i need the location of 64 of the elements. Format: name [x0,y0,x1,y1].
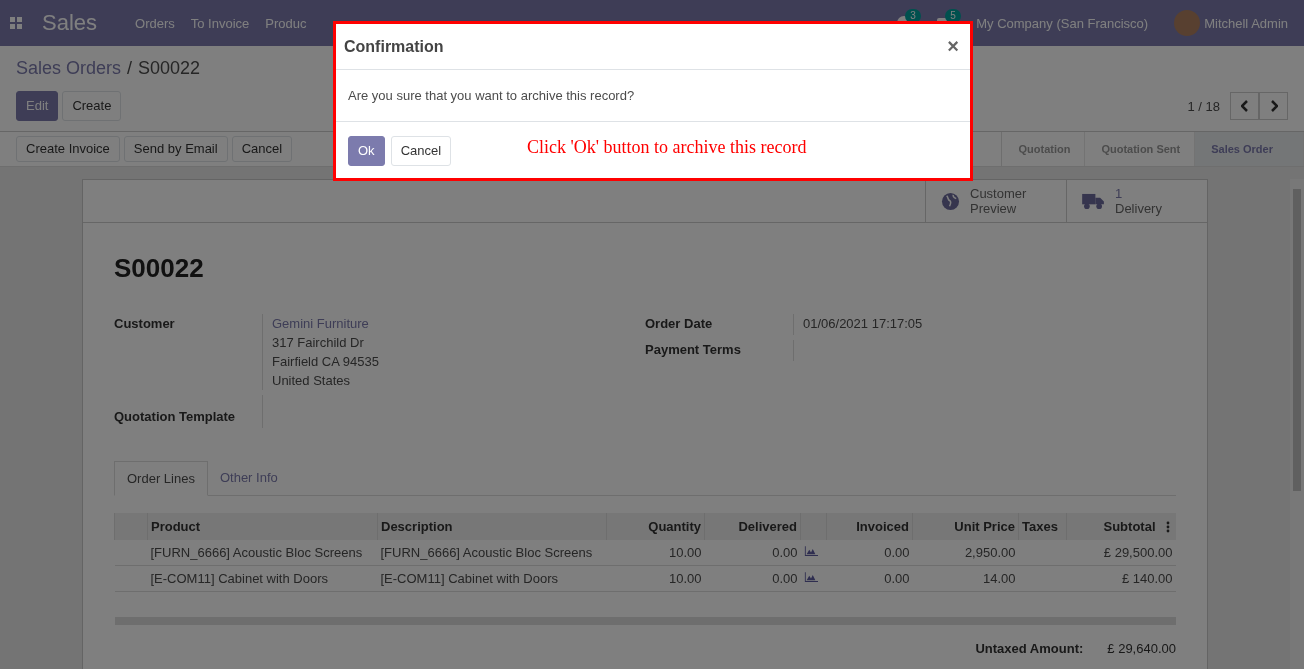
breadcrumb-separator: / [127,58,133,79]
field-label: Order Date [645,314,794,335]
menu-item[interactable]: To Invoice [190,15,250,31]
column-header[interactable]: Description [381,519,453,534]
address-line: United States [272,372,352,390]
close-button[interactable]: × [947,35,959,58]
dialog-title: Confirmation [344,37,444,56]
dialog-message: Are you sure that you want to archive this record? [348,88,635,103]
previous-button[interactable] [1230,92,1259,120]
chart-icon [803,546,818,557]
column-header[interactable]: Product [151,519,201,534]
field-label: Payment Terms [645,340,794,361]
ok-button[interactable]: Ok [348,136,385,166]
action-button[interactable]: Create Invoice [16,136,120,162]
total-value: £ 29,640.00 [1107,641,1176,656]
field-label: Customer [114,314,263,390]
create-button[interactable]: Create [62,91,122,121]
apps-menu-icon[interactable] [10,17,22,29]
tab[interactable]: Order Lines [114,461,208,496]
table-cell: 0.00 [884,571,910,586]
scrollbar-thumb[interactable] [1293,189,1301,491]
chevron-right-icon [1269,100,1278,112]
truck-icon [1082,192,1105,210]
pager-value: 1 / 18 [1187,98,1220,114]
scrollbar[interactable] [1290,179,1304,669]
table-cell: £ 29,500.00 [1103,545,1173,560]
tab[interactable]: Other Info [207,461,290,495]
table-cell: 14.00 [982,571,1016,586]
table-cell: £ 140.00 [1121,571,1173,586]
globe-icon [941,191,960,211]
table-cell: 0.00 [884,545,910,560]
company-switcher[interactable]: My Company (San Francisco) [976,15,1149,31]
edit-button[interactable]: Edit [16,91,59,121]
field-value: 01/06/2021 17:17:05 [803,315,923,333]
record-title: S00022 [114,253,205,284]
action-button[interactable]: Send by Email [123,136,228,162]
table-cell: [FURN_6666] Acoustic Bloc Screens [150,545,363,560]
table-cell: 0.00 [772,545,798,560]
address-line: 317 Fairchild Dr [272,334,365,352]
annotation-text: Click 'Ok' button to archive this record [527,136,807,158]
address-line: Fairfield CA 94535 [272,353,379,371]
user-menu[interactable]: Mitchell Admin [1204,15,1288,31]
table-cell: 10.00 [668,571,702,586]
breadcrumb-item: S00022 [138,58,201,79]
menu-item[interactable]: Produc [265,15,307,31]
field-label: Quotation Template [114,395,263,428]
cancel-button[interactable]: Cancel [390,136,452,166]
table-cell: 2,950.00 [964,545,1016,560]
table-cell: [E-COM11] Cabinet with Doors [150,571,328,586]
total-label: Untaxed Amount: [975,641,1084,656]
breadcrumb-item[interactable]: Sales Orders [16,58,122,79]
table-cell: [FURN_6666] Acoustic Bloc Screens [380,545,593,560]
table-cell: [E-COM11] Cabinet with Doors [380,571,558,586]
table-cell: 0.00 [772,571,798,586]
chevron-left-icon [1240,100,1249,112]
next-button[interactable] [1259,92,1288,120]
action-button[interactable]: Cancel [231,136,293,162]
app-name[interactable]: Sales [42,10,98,36]
menu-item[interactable]: Orders [135,15,175,31]
customer-link[interactable]: Gemini Furniture [272,314,379,333]
table-cell: 10.00 [668,545,702,560]
status-stage[interactable]: Sales Order [1195,132,1304,166]
chart-icon [803,572,818,583]
more-options-icon [1165,521,1170,533]
